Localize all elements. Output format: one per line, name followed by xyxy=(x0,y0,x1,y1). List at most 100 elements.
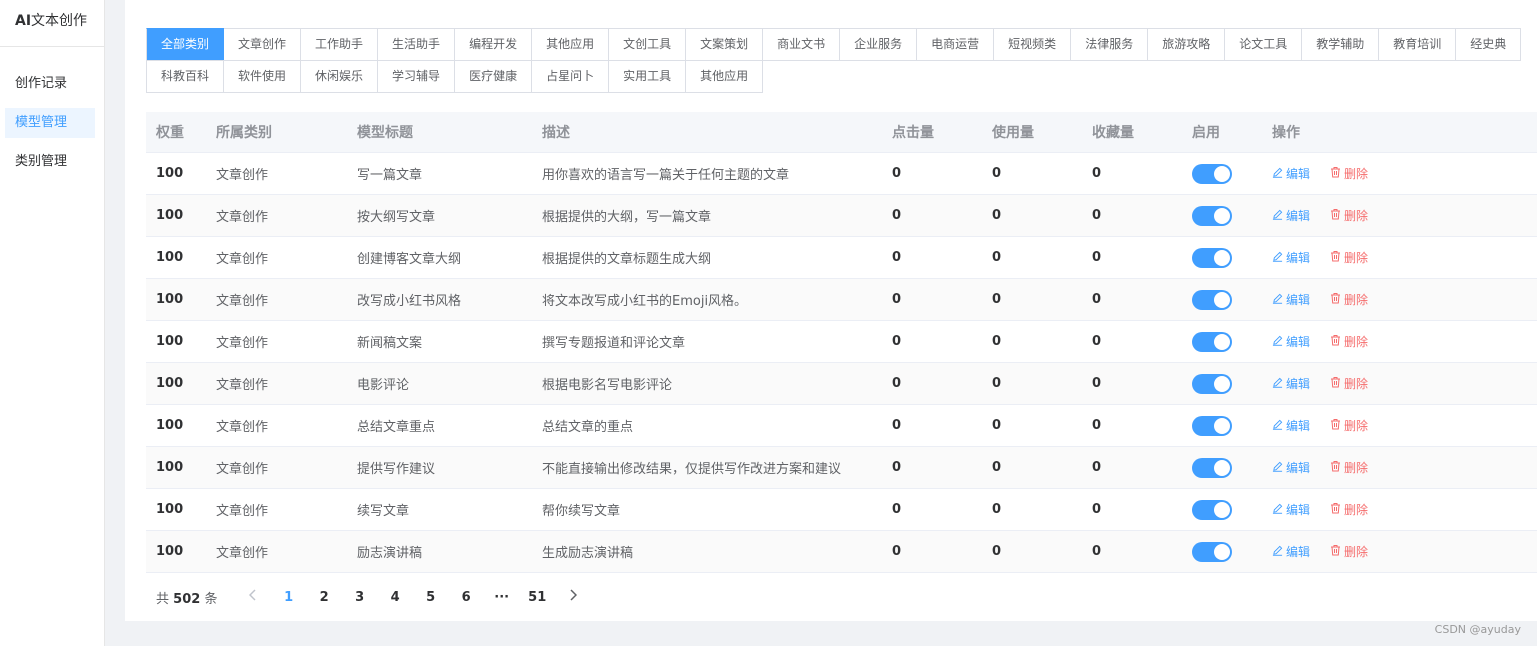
category-tab[interactable]: 商业文书 xyxy=(763,28,841,61)
category-tab[interactable]: 科教百科 xyxy=(146,60,225,93)
edit-button[interactable]: 编辑 xyxy=(1272,291,1310,308)
delete-button[interactable]: 删除 xyxy=(1330,249,1368,266)
edit-button[interactable]: 编辑 xyxy=(1272,249,1310,266)
category-tab[interactable]: 实用工具 xyxy=(609,60,687,93)
delete-button[interactable]: 删除 xyxy=(1330,543,1368,560)
edit-button[interactable]: 编辑 xyxy=(1272,417,1310,434)
delete-button[interactable]: 删除 xyxy=(1330,459,1368,476)
enable-switch[interactable] xyxy=(1192,373,1232,394)
enable-switch[interactable] xyxy=(1192,499,1232,520)
cell-title: 电影评论 xyxy=(357,378,410,393)
cell-enabled xyxy=(1182,331,1262,352)
edit-button[interactable]: 编辑 xyxy=(1272,165,1310,182)
page-ellipsis[interactable]: ··· xyxy=(484,590,520,605)
table-row: 100 文章创作 创建博客文章大纲 根据提供的文章标题生成大纲 0 0 0 编辑 删除 xyxy=(146,237,1537,279)
category-tab[interactable]: 短视频类 xyxy=(994,28,1072,61)
delete-button[interactable]: 删除 xyxy=(1330,417,1368,434)
enable-switch[interactable] xyxy=(1192,247,1232,268)
category-tab[interactable]: 教育培训 xyxy=(1379,28,1457,61)
category-tab[interactable]: 法律服务 xyxy=(1071,28,1149,61)
edit-button[interactable]: 编辑 xyxy=(1272,459,1310,476)
chevron-left-icon[interactable] xyxy=(235,589,271,605)
edit-label: 编辑 xyxy=(1286,503,1311,518)
edit-button[interactable]: 编辑 xyxy=(1272,375,1310,392)
page-number[interactable]: 6 xyxy=(448,590,484,605)
page-number[interactable]: 3 xyxy=(342,590,378,605)
category-tab[interactable]: 文案策划 xyxy=(686,28,764,61)
switch-knob xyxy=(1214,375,1230,392)
cell-weight: 100 xyxy=(156,376,184,391)
pagination: 共 502 条 1 2 3 4 5 6 ··· 51 xyxy=(156,586,590,608)
edit-button[interactable]: 编辑 xyxy=(1272,207,1310,224)
category-tab[interactable]: 经史典 xyxy=(1456,28,1522,61)
cell-ops: 编辑 删除 xyxy=(1262,543,1537,561)
delete-button[interactable]: 删除 xyxy=(1330,207,1368,224)
cell-desc: 用你喜欢的语言写一篇关于任何主题的文章 xyxy=(542,168,790,183)
page-number[interactable]: 5 xyxy=(413,590,449,605)
switch-knob xyxy=(1214,291,1230,308)
edit-icon xyxy=(1272,503,1286,517)
cell-ops: 编辑 删除 xyxy=(1262,165,1537,183)
page-number[interactable]: 1 xyxy=(271,590,307,605)
sidebar-item-categories[interactable]: 类别管理 xyxy=(5,147,95,177)
category-tab[interactable]: 学习辅导 xyxy=(378,60,456,93)
edit-icon xyxy=(1272,251,1286,265)
chevron-right-icon[interactable] xyxy=(555,589,591,605)
enable-switch[interactable] xyxy=(1192,415,1232,436)
page-number[interactable]: 51 xyxy=(519,590,555,605)
cell-category: 文章创作 xyxy=(216,420,269,435)
cell-title: 励志演讲稿 xyxy=(357,546,423,561)
delete-button[interactable]: 删除 xyxy=(1330,165,1368,182)
sidebar-item-records[interactable]: 创作记录 xyxy=(5,69,95,99)
category-tab[interactable]: 旅游攻略 xyxy=(1148,28,1226,61)
category-tab[interactable]: 生活助手 xyxy=(378,28,456,61)
sidebar-item-models[interactable]: 模型管理 xyxy=(5,108,95,138)
cell-clicks: 0 xyxy=(892,208,902,223)
cell-favs: 0 xyxy=(1092,250,1102,265)
category-tab[interactable]: 占星问卜 xyxy=(532,60,610,93)
delete-button[interactable]: 删除 xyxy=(1330,333,1368,350)
category-tab[interactable]: 休闲娱乐 xyxy=(301,60,379,93)
cell-favs: 0 xyxy=(1092,208,1102,223)
trash-icon xyxy=(1330,166,1344,181)
enable-switch[interactable] xyxy=(1192,331,1232,352)
edit-button[interactable]: 编辑 xyxy=(1272,501,1310,518)
delete-button[interactable]: 删除 xyxy=(1330,501,1368,518)
category-tab[interactable]: 论文工具 xyxy=(1225,28,1303,61)
header-weight: 权重 xyxy=(156,125,184,141)
category-tab[interactable]: 文章创作 xyxy=(224,28,302,61)
enable-switch[interactable] xyxy=(1192,289,1232,310)
page-number[interactable]: 2 xyxy=(306,590,342,605)
enable-switch[interactable] xyxy=(1192,541,1232,562)
category-tab[interactable]: 其他应用 xyxy=(532,28,610,61)
edit-icon xyxy=(1272,419,1286,433)
category-tab[interactable]: 工作助手 xyxy=(301,28,379,61)
cell-favs: 0 xyxy=(1092,166,1102,181)
category-tab[interactable]: 编程开发 xyxy=(455,28,533,61)
category-tab[interactable]: 企业服务 xyxy=(840,28,918,61)
page-number[interactable]: 4 xyxy=(377,590,413,605)
category-tab[interactable]: 全部类别 xyxy=(146,28,225,61)
cell-uses: 0 xyxy=(992,460,1002,475)
trash-icon xyxy=(1330,418,1344,433)
cell-enabled xyxy=(1182,457,1262,478)
category-tab[interactable]: 电商运营 xyxy=(917,28,995,61)
category-tab[interactable]: 其他应用 xyxy=(686,60,764,93)
category-tab[interactable]: 医疗健康 xyxy=(455,60,533,93)
edit-button[interactable]: 编辑 xyxy=(1272,333,1310,350)
edit-button[interactable]: 编辑 xyxy=(1272,543,1310,560)
cell-title: 新闻稿文案 xyxy=(357,336,423,351)
category-tab[interactable]: 教学辅助 xyxy=(1302,28,1380,61)
cell-desc: 总结文章的重点 xyxy=(542,420,634,435)
enable-switch[interactable] xyxy=(1192,205,1232,226)
table-header: 权重 所属类别 模型标题 描述 点击量 使用量 收藏量 启用 操作 xyxy=(146,112,1537,153)
delete-button[interactable]: 删除 xyxy=(1330,291,1368,308)
category-tab[interactable]: 文创工具 xyxy=(609,28,687,61)
category-tab[interactable]: 软件使用 xyxy=(224,60,302,93)
enable-switch[interactable] xyxy=(1192,163,1232,184)
cell-desc: 撰写专题报道和评论文章 xyxy=(542,336,686,351)
delete-button[interactable]: 删除 xyxy=(1330,375,1368,392)
table-row: 100 文章创作 提供写作建议 不能直接输出修改结果，仅提供写作改进方案和建议 0 0 0 编… xyxy=(146,447,1537,489)
header-enabled: 启用 xyxy=(1192,125,1220,141)
enable-switch[interactable] xyxy=(1192,457,1232,478)
